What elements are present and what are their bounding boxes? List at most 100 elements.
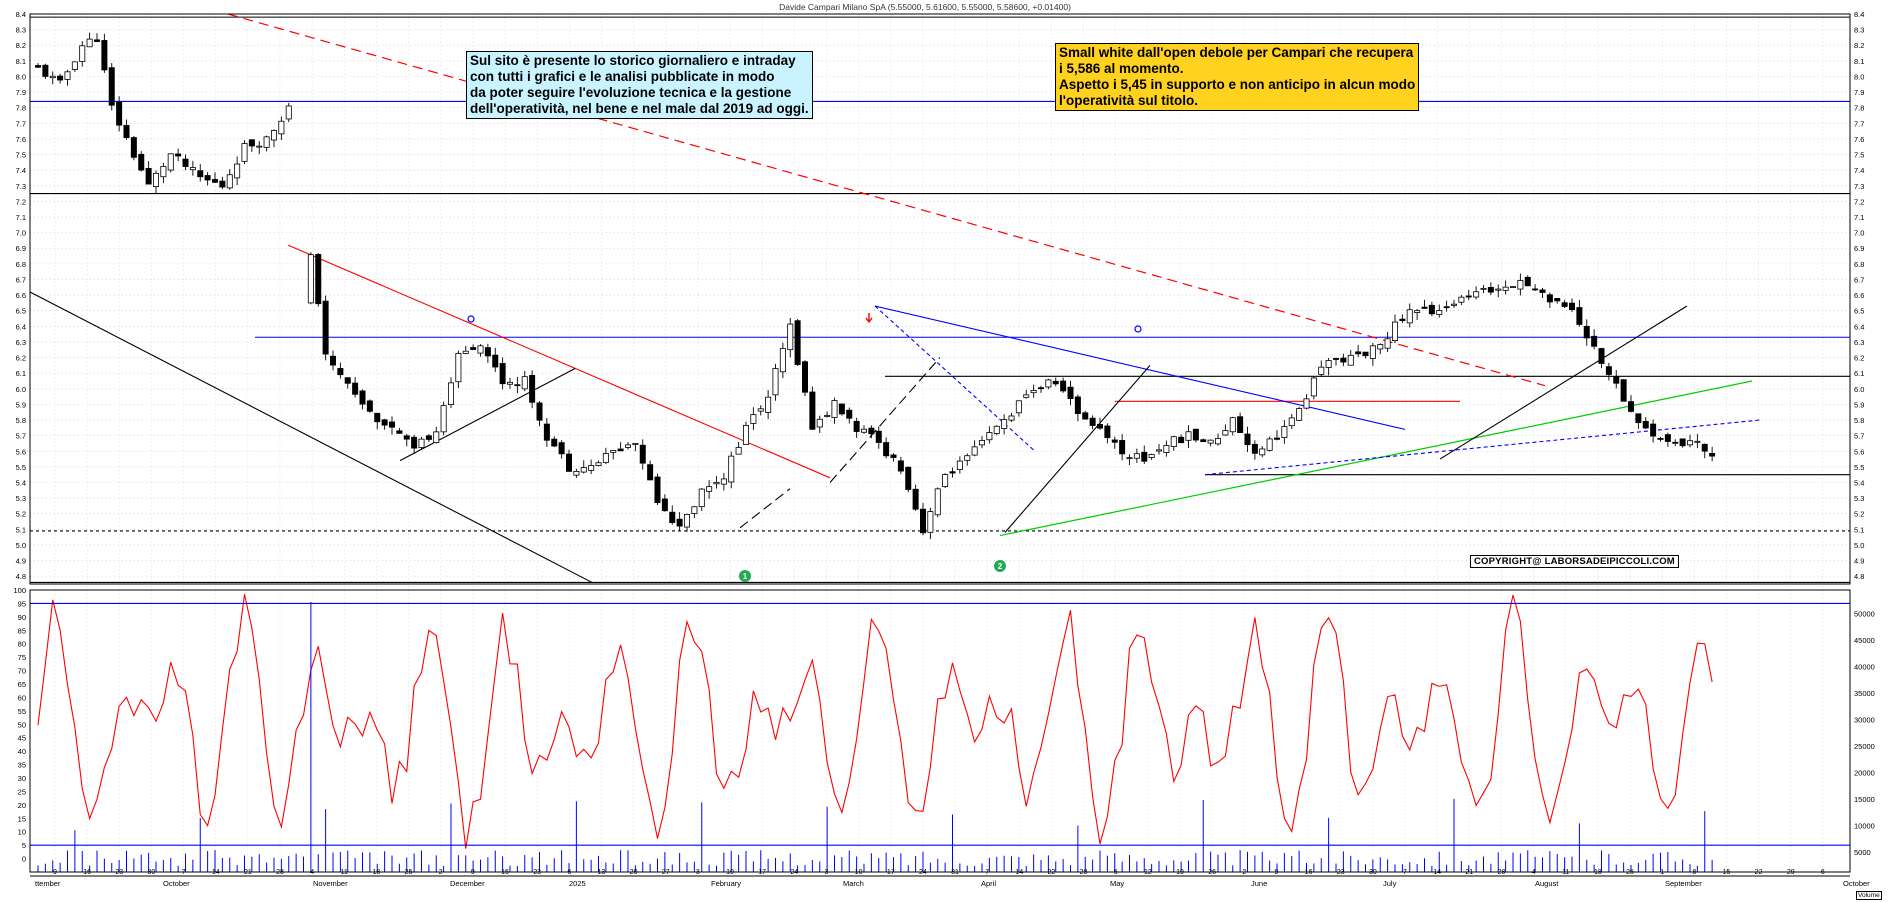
x-day-label: 11 [341, 869, 348, 876]
candle-body [706, 486, 713, 492]
grid [30, 13, 1850, 872]
candle-body [152, 172, 159, 187]
candle-body [1561, 302, 1568, 307]
osc-tick-label: 55 [18, 707, 26, 716]
x-month-label: June [1251, 879, 1267, 888]
y-tick-label-right: 7.2 [1854, 197, 1864, 206]
candle-body [809, 391, 816, 430]
candle-body [1406, 309, 1413, 324]
candle-body [374, 412, 381, 423]
y-tick-label-right: 6.8 [1854, 260, 1864, 269]
volume-tick-label: 20000 [1854, 769, 1875, 778]
candle-body [838, 403, 845, 415]
candle-body [1465, 295, 1472, 298]
y-tick-label-left: 7.4 [16, 166, 26, 175]
candle-body [1347, 354, 1354, 366]
note-line: Small white dall'open debole per Campari… [1059, 45, 1414, 60]
candle-body [492, 354, 499, 368]
candle-body [1384, 338, 1391, 349]
candle-body [1524, 276, 1531, 287]
candle-body [307, 254, 314, 304]
candle-body [1111, 439, 1118, 443]
y-tick-label-left: 4.8 [16, 572, 26, 581]
y-tick-label-left: 7.0 [16, 229, 26, 238]
y-tick-label-left: 6.4 [16, 322, 26, 331]
y-tick-label-right: 7.4 [1854, 166, 1864, 175]
candle-body [750, 414, 757, 424]
candle-body [256, 145, 263, 148]
x-day-label: 6 [567, 869, 571, 876]
volume-tick-label: 15000 [1854, 795, 1875, 804]
y-tick-label-right: 8.4 [1854, 10, 1864, 19]
candle-body [1178, 436, 1185, 444]
x-day-label: 23 [533, 869, 541, 876]
x-day-label: 26 [1208, 869, 1216, 876]
x-day-label: 29 [1787, 869, 1795, 876]
candle-body [772, 368, 779, 396]
y-tick-label-left: 5.9 [16, 400, 26, 409]
candle-body [1362, 351, 1369, 357]
y-tick-label-left: 5.7 [16, 432, 26, 441]
candle-body [816, 418, 823, 428]
y-tick-label-left: 5.4 [16, 478, 26, 487]
candle-body [639, 444, 646, 464]
x-day-label: 3 [824, 869, 828, 876]
candle-body [1001, 419, 1008, 429]
candle-body [322, 300, 329, 355]
candle-body [1628, 401, 1635, 412]
y-tick-label-right: 4.8 [1854, 572, 1864, 581]
y-tick-label-right: 5.6 [1854, 447, 1864, 456]
x-day-label: 6 [1821, 869, 1825, 876]
y-tick-label-right: 8.2 [1854, 41, 1864, 50]
osc-tick-label: 50 [18, 720, 26, 729]
candle-body [890, 454, 897, 458]
y-tick-label-right: 6.4 [1854, 322, 1864, 331]
candle-body [1421, 306, 1428, 309]
x-day-label: 27 [662, 869, 670, 876]
candle-body [477, 345, 484, 354]
osc-tick-label: 0 [22, 855, 26, 864]
candle-body [647, 464, 654, 481]
x-day-label: 30 [148, 869, 156, 876]
candle-body [337, 367, 344, 376]
osc-tick-label: 60 [18, 693, 26, 702]
candle-body [455, 353, 462, 383]
volume-axis-label: Volume [1856, 891, 1882, 900]
candle-body [1510, 286, 1517, 288]
candle-body [573, 471, 580, 476]
candle-body [403, 435, 410, 440]
candle-body [1480, 287, 1487, 290]
candle-body [905, 466, 912, 490]
candle-body [1436, 310, 1443, 315]
candle-body [1333, 358, 1340, 360]
y-tick-label-right: 5.1 [1854, 525, 1864, 534]
candle-body [1310, 377, 1317, 397]
y-tick-label-left: 7.9 [16, 88, 26, 97]
candle-body [1288, 417, 1295, 427]
y-tick-label-left: 5.0 [16, 541, 26, 550]
x-day-label: 12 [1144, 869, 1152, 876]
x-day-label: 22 [1755, 869, 1763, 876]
candle-body [897, 460, 904, 472]
candle-body [1325, 360, 1332, 368]
y-tick-label-right: 6.9 [1854, 244, 1864, 253]
x-month-label: October [1843, 879, 1870, 888]
y-tick-label-left: 7.3 [16, 182, 26, 191]
candle-body [949, 471, 956, 474]
y-tick-label-right: 4.9 [1854, 557, 1864, 566]
candle-body [108, 67, 115, 106]
candle-body [1119, 440, 1126, 455]
candle-body [1687, 440, 1694, 446]
x-day-label: 10 [855, 869, 863, 876]
candle-body [698, 488, 705, 508]
candle-body [1620, 379, 1627, 402]
osc-tick-label: 85 [18, 626, 26, 635]
x-day-label: 16 [501, 869, 509, 876]
x-day-label: 4 [310, 869, 314, 876]
volume-tick-label: 40000 [1854, 663, 1875, 672]
candle-body [1414, 310, 1421, 313]
candle-body [875, 430, 882, 443]
x-day-label: 24 [790, 869, 798, 876]
y-tick-label-left: 7.6 [16, 135, 26, 144]
candle-body [1126, 457, 1133, 460]
